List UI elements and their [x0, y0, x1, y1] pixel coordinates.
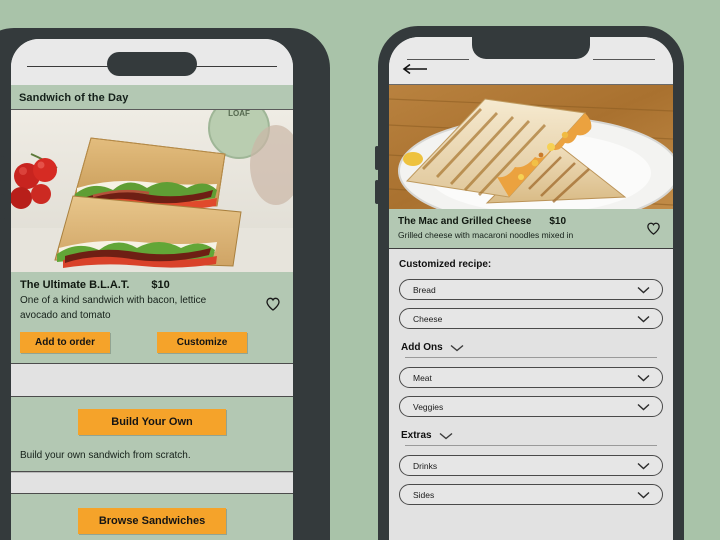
- sides-select-value: Sides: [413, 489, 435, 500]
- add-to-order-button[interactable]: Add to order: [20, 332, 110, 353]
- item-description: Grilled cheese with macaroni noodles mix…: [398, 230, 574, 240]
- cheese-select-value: Cheese: [413, 313, 443, 324]
- group-divider-add-ons: [405, 357, 657, 358]
- left-phone-volume-down-button[interactable]: [0, 194, 5, 220]
- right-phone-volume-up-button[interactable]: [375, 146, 379, 170]
- group-header-add-ons[interactable]: Add Ons: [401, 342, 663, 353]
- chevron-down-icon: [637, 315, 650, 323]
- chevron-down-icon[interactable]: [439, 432, 453, 440]
- chevron-down-icon: [637, 286, 650, 294]
- add-ons-label: Add Ons: [401, 342, 443, 353]
- svg-text:LOAF: LOAF: [228, 110, 250, 118]
- item-summary-card: The Mac and Grilled Cheese $10 Grilled c…: [389, 209, 673, 249]
- hero-image-blt: LOAF: [11, 110, 293, 272]
- section-divider-band-2: [11, 472, 293, 494]
- browse-sandwiches-section: Browse Sandwiches: [11, 494, 293, 540]
- featured-price: $10: [151, 279, 170, 291]
- chevron-down-icon: [637, 491, 650, 499]
- dynamic-island: [107, 52, 197, 76]
- group-divider-extras: [405, 445, 657, 446]
- right-phone-volume-down-button[interactable]: [375, 180, 379, 204]
- customize-panel: Customized recipe: Bread Cheese Add Ons: [389, 249, 673, 540]
- item-title: The Mac and Grilled Cheese: [398, 216, 532, 227]
- section-header-label: Sandwich of the Day: [19, 92, 129, 104]
- featured-title: The Ultimate B.L.A.T.: [20, 279, 130, 291]
- drinks-select-value: Drinks: [413, 460, 438, 471]
- left-phone-screen: Sandwich of the Day LOAF The Ultimate B.…: [11, 39, 293, 540]
- chevron-down-icon[interactable]: [450, 344, 464, 352]
- heart-icon[interactable]: [265, 296, 281, 312]
- left-phone-mockup: Sandwich of the Day LOAF The Ultimate B.…: [0, 28, 330, 540]
- meat-select-value: Meat: [413, 372, 432, 383]
- status-bar-line-left: [407, 59, 469, 60]
- heart-icon[interactable]: [646, 221, 661, 236]
- status-bar-line-right: [593, 59, 655, 60]
- chevron-down-icon: [637, 403, 650, 411]
- featured-sandwich-card: The Ultimate B.L.A.T. $10 One of a kind …: [11, 272, 293, 364]
- featured-description: One of a kind sandwich with bacon, letti…: [20, 295, 207, 321]
- group-header-extras[interactable]: Extras: [401, 430, 663, 441]
- section-header-sandwich-of-the-day: Sandwich of the Day: [11, 85, 293, 110]
- blt-sandwich-illustration: LOAF: [11, 110, 293, 272]
- cheese-select[interactable]: Cheese: [399, 308, 663, 329]
- bread-select-value: Bread: [413, 284, 436, 295]
- build-your-own-section: Build Your Own Build your own sandwich f…: [11, 397, 293, 472]
- right-phone-screen: The Mac and Grilled Cheese $10 Grilled c…: [389, 37, 673, 540]
- drinks-select[interactable]: Drinks: [399, 455, 663, 476]
- section-divider-band-1: [11, 364, 293, 397]
- meat-select[interactable]: Meat: [399, 367, 663, 388]
- customized-recipe-label: Customized recipe:: [399, 259, 492, 270]
- left-phone-volume-up-button[interactable]: [0, 156, 5, 182]
- grilled-cheese-illustration: [389, 85, 673, 209]
- notch: [472, 37, 590, 59]
- hero-image-grilled-cheese: [389, 85, 673, 209]
- veggies-select-value: Veggies: [413, 401, 444, 412]
- right-phone-mockup: The Mac and Grilled Cheese $10 Grilled c…: [375, 26, 684, 540]
- chevron-down-icon: [637, 374, 650, 382]
- extras-label: Extras: [401, 430, 432, 441]
- build-your-own-description: Build your own sandwich from scratch.: [20, 450, 191, 461]
- browse-sandwiches-button[interactable]: Browse Sandwiches: [78, 508, 226, 534]
- back-arrow-icon[interactable]: [402, 63, 428, 75]
- build-your-own-button[interactable]: Build Your Own: [78, 409, 226, 435]
- veggies-select[interactable]: Veggies: [399, 396, 663, 417]
- customize-button[interactable]: Customize: [157, 332, 247, 353]
- chevron-down-icon: [637, 462, 650, 470]
- item-price: $10: [549, 216, 567, 227]
- bread-select[interactable]: Bread: [399, 279, 663, 300]
- sides-select[interactable]: Sides: [399, 484, 663, 505]
